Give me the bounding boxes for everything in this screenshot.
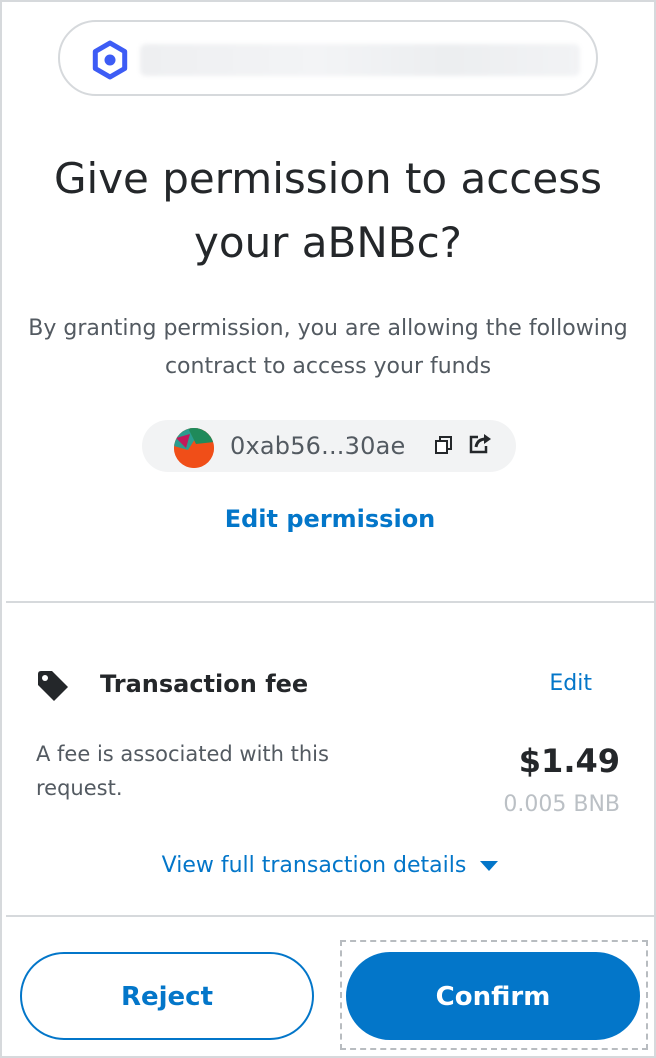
fee-amount-usd: $1.49 — [518, 742, 620, 780]
tag-icon — [38, 671, 68, 701]
page-title: Give permission to access your aBNBc? — [53, 154, 602, 267]
identicon-avatar — [174, 428, 214, 468]
site-origin-pill — [58, 20, 598, 96]
view-details-label: View full transaction details — [161, 853, 467, 878]
view-details-link[interactable]: View full transaction details — [2, 853, 656, 878]
fee-amount-native: 0.005 BNB — [503, 792, 620, 817]
site-origin-blurred — [140, 44, 580, 76]
edit-permission-link[interactable]: Edit permission — [2, 505, 656, 533]
caret-down-icon — [480, 861, 499, 871]
site-favicon-icon — [92, 40, 128, 80]
page-subtitle: By granting permission, you are allowing… — [28, 316, 628, 379]
share-icon[interactable] — [468, 433, 492, 455]
fee-description: A fee is associated with this request. — [36, 742, 329, 800]
copy-icon[interactable] — [434, 435, 454, 455]
contract-address: 0xab56...30ae — [230, 432, 406, 460]
transaction-fee-label: Transaction fee — [100, 670, 309, 698]
edit-fee-link[interactable]: Edit — [549, 671, 592, 696]
section-divider — [6, 601, 654, 603]
reject-button[interactable]: Reject — [20, 952, 314, 1040]
confirm-button[interactable]: Confirm — [346, 952, 640, 1040]
permission-dialog: Give permission to access your aBNBc? By… — [0, 0, 656, 1058]
contract-address-pill: 0xab56...30ae — [142, 420, 516, 472]
footer-divider — [6, 915, 654, 917]
